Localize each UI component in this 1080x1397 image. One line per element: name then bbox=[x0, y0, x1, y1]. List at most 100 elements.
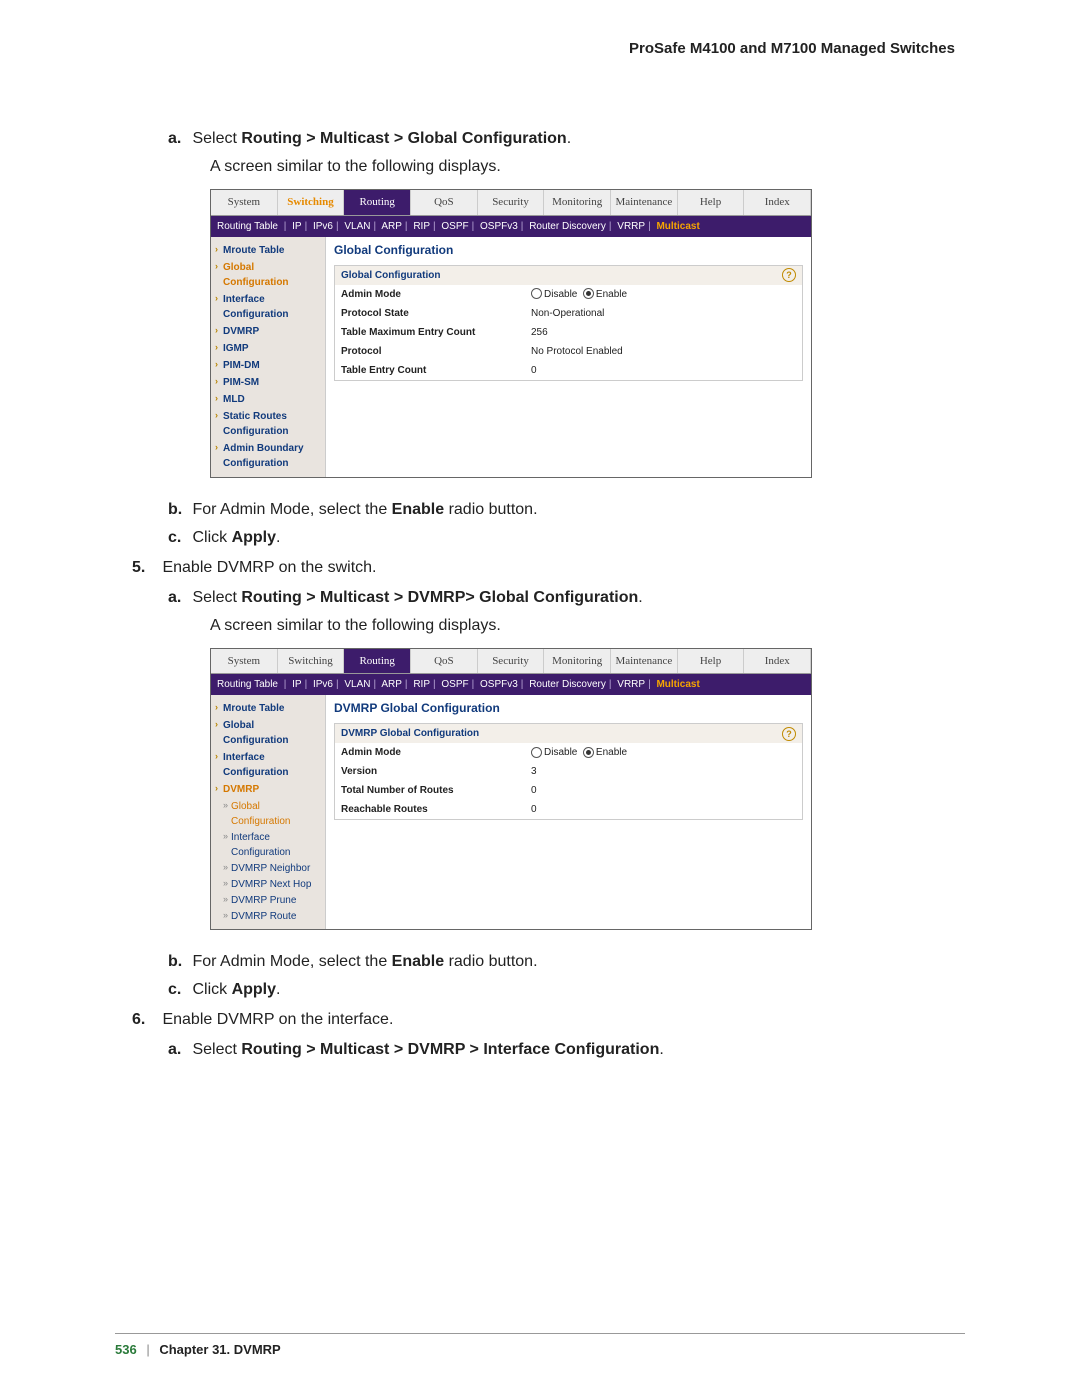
ss2-tabs: System Switching Routing QoS Security Mo… bbox=[211, 649, 811, 675]
help-icon-2[interactable]: ? bbox=[782, 727, 796, 741]
step-4c-pre: Click bbox=[192, 529, 231, 546]
ss1-k4: Table Entry Count bbox=[341, 363, 531, 378]
ss2-tab-switching[interactable]: Switching bbox=[278, 649, 345, 674]
ss2-sub-route[interactable]: DVMRP Route bbox=[225, 909, 319, 924]
ss2-side-ic[interactable]: Interface Configuration bbox=[217, 750, 319, 780]
ss2-subtab-ospfv3[interactable]: OSPFv3 bbox=[480, 679, 518, 690]
ss1-tab-maintenance[interactable]: Maintenance bbox=[611, 190, 678, 215]
ss2-subtab-vlan[interactable]: VLAN bbox=[344, 679, 370, 690]
ss2-side-mroute[interactable]: Mroute Table bbox=[217, 701, 319, 716]
ss1-subtab-rt[interactable]: Routing Table bbox=[217, 221, 281, 232]
step-5c: c. Click Apply. bbox=[115, 978, 965, 1002]
ss1-subtab-vlan[interactable]: VLAN bbox=[344, 221, 370, 232]
side-ifconfig[interactable]: Interface Configuration bbox=[217, 292, 319, 322]
ss1-opt1: Disable bbox=[544, 289, 577, 300]
ss2-tab-security[interactable]: Security bbox=[478, 649, 545, 674]
ss2-tab-qos[interactable]: QoS bbox=[411, 649, 478, 674]
ss2-subtab-ospf[interactable]: OSPF bbox=[441, 679, 468, 690]
ss2-sub-neigh[interactable]: DVMRP Neighbor bbox=[225, 861, 319, 876]
ss2-subtab-ip[interactable]: IP bbox=[292, 679, 301, 690]
side-pimdm[interactable]: PIM-DM bbox=[217, 358, 319, 373]
ss2-sub-gc[interactable]: Global Configuration bbox=[225, 799, 319, 829]
ss2-k3: Reachable Routes bbox=[341, 802, 531, 817]
ss1-tab-qos[interactable]: QoS bbox=[411, 190, 478, 215]
step-4c: c. Click Apply. bbox=[115, 526, 965, 550]
ss1-subtab-rd[interactable]: Router Discovery bbox=[529, 221, 606, 232]
ss1-tab-system[interactable]: System bbox=[211, 190, 278, 215]
ss1-panel-sub: Global Configuration bbox=[341, 268, 440, 283]
ss1-tab-security[interactable]: Security bbox=[478, 190, 545, 215]
step-4b-bold: Enable bbox=[392, 501, 444, 518]
side-dvmrp[interactable]: DVMRP bbox=[217, 324, 319, 339]
ss1-k3: Protocol bbox=[341, 344, 531, 359]
ss2-tab-maintenance[interactable]: Maintenance bbox=[611, 649, 678, 674]
ss1-panel-title: Global Configuration bbox=[334, 241, 803, 259]
step-4a-pre: Select bbox=[192, 130, 241, 147]
side-adminb[interactable]: Admin Boundary Configuration bbox=[217, 441, 319, 471]
ss2-subtabs: Routing Table | IP| IPv6| VLAN| ARP| RIP… bbox=[211, 674, 811, 695]
step-5a-post: . bbox=[638, 589, 642, 606]
ss2-subtab-rd[interactable]: Router Discovery bbox=[529, 679, 606, 690]
side-igmp[interactable]: IGMP bbox=[217, 341, 319, 356]
ss2-tab-routing[interactable]: Routing bbox=[344, 649, 411, 674]
ss2-side-dvmrp[interactable]: DVMRP bbox=[217, 782, 319, 797]
ss2-tab-monitoring[interactable]: Monitoring bbox=[544, 649, 611, 674]
ss1-subtab-ipv6[interactable]: IPv6 bbox=[313, 221, 333, 232]
ss2-subtab-vrrp[interactable]: VRRP bbox=[617, 679, 645, 690]
ss1-subtab-ospfv3[interactable]: OSPFv3 bbox=[480, 221, 518, 232]
step-5b-bold: Enable bbox=[392, 953, 444, 970]
ss1-subtab-arp[interactable]: ARP bbox=[381, 221, 402, 232]
ss2-side-gc[interactable]: Global Configuration bbox=[217, 718, 319, 748]
step-5c-post: . bbox=[276, 981, 280, 998]
step-4b-post: radio button. bbox=[444, 501, 537, 518]
ss1-tab-monitoring[interactable]: Monitoring bbox=[544, 190, 611, 215]
ss1-subtab-ospf[interactable]: OSPF bbox=[441, 221, 468, 232]
ss1-v4: 0 bbox=[531, 363, 796, 378]
side-pimsm[interactable]: PIM-SM bbox=[217, 375, 319, 390]
ss2-subtab-ipv6[interactable]: IPv6 bbox=[313, 679, 333, 690]
side-mroute[interactable]: Mroute Table bbox=[217, 243, 319, 258]
ss2-subtab-rip[interactable]: RIP bbox=[413, 679, 430, 690]
ss2-radio-enable[interactable] bbox=[583, 747, 594, 758]
ss2-k0: Admin Mode bbox=[341, 745, 531, 760]
ss2-sub-ic[interactable]: Interface Configuration bbox=[225, 830, 319, 860]
marker-5: 5. bbox=[132, 556, 158, 580]
ss1-subtab-multicast[interactable]: Multicast bbox=[656, 221, 699, 232]
step-5: 5. Enable DVMRP on the switch. bbox=[115, 556, 965, 580]
ss2-subtab-rt[interactable]: Routing Table bbox=[217, 679, 281, 690]
ss1-tab-routing[interactable]: Routing bbox=[344, 190, 411, 215]
step-6a-bold: Routing > Multicast > DVMRP > Interface … bbox=[241, 1041, 659, 1058]
page-footer: 536 | Chapter 31. DVMRP bbox=[115, 1333, 965, 1357]
ss1-subtab-rip[interactable]: RIP bbox=[413, 221, 430, 232]
ss2-sub-nexthop[interactable]: DVMRP Next Hop bbox=[225, 877, 319, 892]
doc-header: ProSafe M4100 and M7100 Managed Switches bbox=[115, 40, 965, 57]
ss1-radio-disable[interactable] bbox=[531, 288, 542, 299]
ss1-tab-switching[interactable]: Switching bbox=[278, 190, 345, 215]
ss1-radio-enable[interactable] bbox=[583, 288, 594, 299]
side-globalconf[interactable]: Global Configuration bbox=[217, 260, 319, 290]
ss2-tab-index[interactable]: Index bbox=[744, 649, 811, 674]
ss2-k1: Version bbox=[341, 764, 531, 779]
ss1-v3: No Protocol Enabled bbox=[531, 344, 796, 359]
ss1-sidebar: Mroute Table Global Configuration Interf… bbox=[211, 237, 326, 477]
ss1-tab-help[interactable]: Help bbox=[678, 190, 745, 215]
ss1-subtab-vrrp[interactable]: VRRP bbox=[617, 221, 645, 232]
step-5a: a. Select Routing > Multicast > DVMRP> G… bbox=[115, 586, 965, 610]
ss2-sub-prune[interactable]: DVMRP Prune bbox=[225, 893, 319, 908]
ss2-subtab-arp[interactable]: ARP bbox=[381, 679, 402, 690]
ss2-subtab-multicast[interactable]: Multicast bbox=[656, 679, 699, 690]
help-icon[interactable]: ? bbox=[782, 268, 796, 282]
ss2-tab-system[interactable]: System bbox=[211, 649, 278, 674]
ss1-subtab-ip[interactable]: IP bbox=[292, 221, 301, 232]
chapter-label: Chapter 31. DVMRP bbox=[159, 1342, 280, 1357]
ss2-tab-help[interactable]: Help bbox=[678, 649, 745, 674]
ss1-opt2: Enable bbox=[596, 289, 627, 300]
step-4a-post: . bbox=[567, 130, 571, 147]
step-5-text: Enable DVMRP on the switch. bbox=[162, 559, 376, 576]
side-static[interactable]: Static Routes Configuration bbox=[217, 409, 319, 439]
ss1-tab-index[interactable]: Index bbox=[744, 190, 811, 215]
side-mld[interactable]: MLD bbox=[217, 392, 319, 407]
ss2-radio-disable[interactable] bbox=[531, 747, 542, 758]
step-5c-bold: Apply bbox=[232, 981, 276, 998]
step-5a-pre: Select bbox=[192, 589, 241, 606]
